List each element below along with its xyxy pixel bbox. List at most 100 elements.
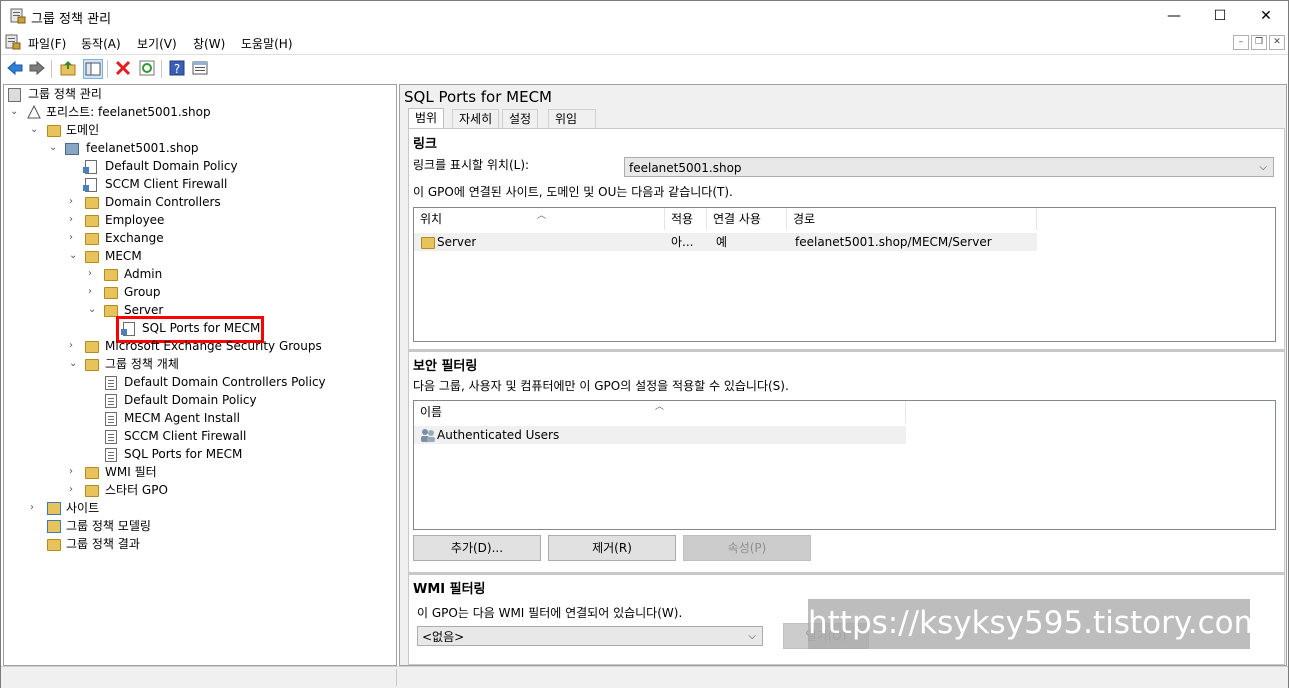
link-location-label: 링크를 표시할 위치(L): bbox=[413, 158, 530, 172]
menu-window[interactable]: 창(W) bbox=[193, 35, 225, 52]
tab-settings[interactable]: 설정 bbox=[502, 109, 539, 128]
chevron-down-icon[interactable]: ⌄ bbox=[88, 301, 98, 319]
tree-label: Default Domain Controllers Policy bbox=[124, 375, 326, 389]
column-header-enforced[interactable]: 적용 bbox=[665, 208, 707, 230]
menu-file[interactable]: 파일(F) bbox=[28, 35, 66, 52]
section-splitter[interactable] bbox=[409, 572, 1284, 575]
security-filtering-description: 다음 그룹, 사용자 및 컴퓨터에만 이 GPO의 설정을 적용할 수 있습니다… bbox=[413, 379, 789, 393]
delete-icon[interactable] bbox=[114, 59, 132, 77]
chevron-right-icon[interactable]: › bbox=[69, 481, 79, 499]
chevron-down-icon[interactable]: ⌄ bbox=[69, 247, 79, 265]
gpo-icon bbox=[105, 430, 117, 444]
maximize-button[interactable]: ☐ bbox=[1197, 1, 1243, 31]
tree-label: 스타터 GPO bbox=[105, 483, 168, 497]
chevron-right-icon[interactable]: › bbox=[69, 211, 79, 229]
wmi-filtering-description: 이 GPO는 다음 WMI 필터에 연결되어 있습니다(W). bbox=[417, 606, 683, 620]
mdi-close-button[interactable]: ✕ bbox=[1269, 35, 1285, 50]
tree-label: 그룹 정책 모델링 bbox=[66, 519, 151, 533]
chevron-down-icon[interactable]: ⌄ bbox=[49, 139, 59, 157]
column-header-location[interactable]: 위치 bbox=[414, 208, 665, 230]
tree-label: SCCM Client Firewall bbox=[124, 429, 247, 443]
tree-label: Microsoft Exchange Security Groups bbox=[105, 339, 322, 353]
chevron-down-icon[interactable]: ⌄ bbox=[10, 103, 20, 121]
menu-view[interactable]: 보기(V) bbox=[137, 35, 177, 52]
watermark: https://ksyksy595.tistory.com bbox=[808, 599, 1264, 649]
column-header-name[interactable]: 이름 bbox=[414, 401, 906, 423]
links-description: 이 GPO에 연결된 사이트, 도메인 및 OU는 다음과 같습니다(T). bbox=[413, 185, 733, 199]
results-icon bbox=[47, 539, 61, 551]
tree-label: Admin bbox=[124, 267, 163, 281]
tree-label: Employee bbox=[105, 213, 165, 227]
menu-bar: 파일(F) 동작(A) 보기(V) 창(W) 도움말(H) – ❐ ✕ bbox=[1, 31, 1288, 53]
console-menu-icon[interactable] bbox=[5, 34, 21, 50]
gpo-title: SQL Ports for MECM bbox=[404, 88, 553, 106]
security-filtering-heading: 보안 필터링 bbox=[413, 359, 478, 374]
chevron-down-icon[interactable]: ⌄ bbox=[30, 121, 40, 139]
console-tree: 그룹 정책 관리 ⌄ 포리스트: feelanet5001.shop ⌄ 도메인… bbox=[3, 84, 397, 666]
gpo-link-icon bbox=[83, 160, 97, 174]
chevron-right-icon[interactable]: › bbox=[30, 499, 40, 517]
chevron-down-icon: ⌵ bbox=[748, 631, 756, 642]
toolbar-separator bbox=[161, 60, 162, 78]
column-header-link-enabled[interactable]: 연결 사용 bbox=[707, 208, 787, 230]
up-folder-icon[interactable] bbox=[59, 59, 77, 77]
column-header-path[interactable]: 경로 bbox=[787, 208, 1037, 230]
ou-folder-icon bbox=[85, 251, 99, 263]
ou-folder-icon bbox=[85, 215, 99, 227]
tree-label: SCCM Client Firewall bbox=[105, 177, 228, 191]
mdi-minimize-button[interactable]: – bbox=[1233, 35, 1249, 50]
wmi-folder-icon bbox=[85, 467, 99, 479]
tab-delegation[interactable]: 위임 bbox=[548, 109, 596, 128]
section-splitter[interactable] bbox=[409, 349, 1284, 352]
tree-label: 그룹 정책 개체 bbox=[105, 357, 179, 371]
ou-folder-icon bbox=[104, 269, 118, 281]
gpo-link-icon bbox=[83, 178, 97, 192]
add-button[interactable]: 추가(D)... bbox=[413, 535, 541, 561]
link-location-combo[interactable]: feelanet5001.shop ⌵ bbox=[624, 157, 1274, 177]
help-icon[interactable]: ? bbox=[168, 59, 186, 77]
chevron-down-icon: ⌵ bbox=[1259, 162, 1267, 173]
forward-arrow-icon[interactable] bbox=[28, 59, 46, 77]
properties-icon[interactable] bbox=[191, 59, 209, 77]
details-pane: SQL Ports for MECM 범위 자세히 설정 위임 링크 링크를 표… bbox=[399, 84, 1287, 666]
tab-details[interactable]: 자세히 bbox=[452, 109, 500, 128]
menu-help[interactable]: 도움말(H) bbox=[241, 35, 293, 52]
toolbar-separator bbox=[107, 60, 108, 78]
wmi-filter-combo[interactable]: <없음> ⌵ bbox=[417, 626, 763, 646]
chevron-right-icon[interactable]: › bbox=[69, 193, 79, 211]
gpo-icon bbox=[105, 412, 117, 426]
mdi-restore-button[interactable]: ❐ bbox=[1251, 35, 1267, 50]
chevron-right-icon[interactable]: › bbox=[69, 337, 79, 355]
ou-folder-icon bbox=[421, 237, 435, 249]
remove-button[interactable]: 제거(R) bbox=[548, 535, 676, 561]
tree-label: 도메인 bbox=[66, 123, 100, 137]
users-group-icon bbox=[421, 429, 435, 442]
tree-label: WMI 필터 bbox=[105, 465, 157, 479]
back-arrow-icon[interactable] bbox=[6, 59, 24, 77]
close-button[interactable]: ✕ bbox=[1243, 1, 1289, 31]
chevron-right-icon[interactable]: › bbox=[88, 265, 98, 283]
chevron-right-icon[interactable]: › bbox=[69, 463, 79, 481]
security-filtering-list[interactable]: ︿ 이름 Authenticated Users bbox=[413, 400, 1276, 530]
ou-folder-icon bbox=[85, 233, 99, 245]
minimize-button[interactable]: — bbox=[1151, 1, 1197, 31]
domain-icon bbox=[65, 143, 79, 155]
sites-icon bbox=[47, 502, 61, 515]
wmi-filtering-heading: WMI 필터링 bbox=[413, 582, 486, 597]
refresh-icon[interactable] bbox=[138, 59, 156, 77]
properties-button[interactable]: 속성(P) bbox=[683, 535, 811, 561]
links-list[interactable]: ︿ 위치 적용 연결 사용 경로 Server 아... 예 feelanet5… bbox=[413, 207, 1276, 342]
security-cell-name: Authenticated Users bbox=[437, 428, 560, 442]
status-separator bbox=[396, 669, 397, 686]
links-heading: 링크 bbox=[413, 137, 437, 152]
show-hide-tree-icon[interactable] bbox=[83, 59, 103, 79]
chevron-down-icon[interactable]: ⌄ bbox=[69, 355, 79, 373]
gpo-icon bbox=[105, 376, 117, 390]
chevron-right-icon[interactable]: › bbox=[69, 229, 79, 247]
ou-folder-icon bbox=[85, 341, 99, 353]
chevron-right-icon[interactable]: › bbox=[88, 283, 98, 301]
link-cell-link-enabled: 예 bbox=[716, 235, 728, 249]
menu-action[interactable]: 동작(A) bbox=[81, 35, 121, 52]
tab-scope[interactable]: 범위 bbox=[408, 108, 445, 129]
window-title: 그룹 정책 관리 bbox=[31, 12, 112, 27]
